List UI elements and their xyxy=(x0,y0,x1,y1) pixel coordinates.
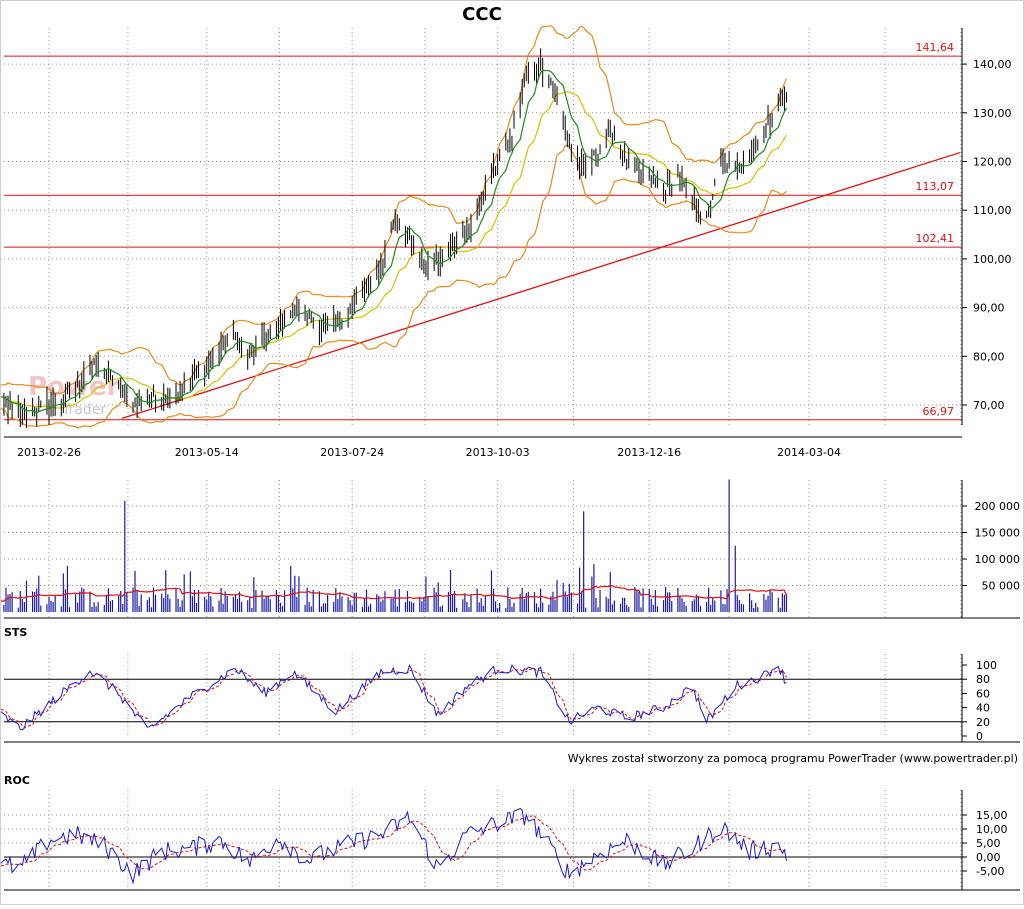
y-tick-label: 5,00 xyxy=(976,837,1001,850)
x-tick-label: 2013-05-14 xyxy=(175,446,239,459)
y-tick-label: 80 xyxy=(976,673,990,686)
y-tick-label: 0,00 xyxy=(976,851,1001,864)
level-label: 102,41 xyxy=(916,232,955,245)
y-tick-label: 0 xyxy=(976,730,983,743)
x-tick-label: 2013-07-24 xyxy=(320,446,384,459)
level-label: 141,64 xyxy=(916,41,955,54)
y-tick-label: 150 000 xyxy=(975,527,1021,540)
level-label: 113,07 xyxy=(916,180,955,193)
y-tick-label: 100 xyxy=(976,659,997,672)
y-tick-label: 130,00 xyxy=(973,107,1012,120)
y-tick-label: 10,00 xyxy=(976,823,1008,836)
x-tick-label: 2013-12-16 xyxy=(617,446,681,459)
sts-signal-line xyxy=(0,668,787,729)
y-tick-label: 100 000 xyxy=(975,553,1021,566)
x-tick-label: 2014-03-04 xyxy=(777,446,841,459)
y-tick-label: 200 000 xyxy=(975,500,1021,513)
bollinger-upper-band xyxy=(0,24,788,394)
chart-title: CCC xyxy=(462,4,502,25)
y-tick-label: 80,00 xyxy=(973,350,1005,363)
x-tick-label: 2013-02-26 xyxy=(17,446,81,459)
moving-average-long xyxy=(0,91,788,409)
y-tick-label: 90,00 xyxy=(973,302,1005,315)
stock-chart: 70,00 80,00 90,00 100,00 110,00 120,00 130,00 1… xyxy=(0,0,1024,905)
y-tick-label: 140,00 xyxy=(973,58,1012,71)
y-tick-label: 110,00 xyxy=(973,204,1012,217)
x-tick-label: 2013-10-03 xyxy=(466,446,530,459)
footer-credit: Wykres został stworzony za pomocą progra… xyxy=(568,752,1018,765)
volume-bars xyxy=(3,479,788,612)
roc-line xyxy=(0,807,787,885)
y-tick-label: 100,00 xyxy=(973,253,1012,266)
y-tick-label: 60 xyxy=(976,687,990,700)
y-tick-label: 70,00 xyxy=(973,399,1005,412)
chart-stage: 70,00 80,00 90,00 100,00 110,00 120,00 130,00 1… xyxy=(0,0,1024,905)
sts-title: STS xyxy=(4,626,27,639)
watermark-logo-sub: Trader xyxy=(61,402,106,418)
roc-title: ROC xyxy=(4,774,30,787)
y-tick-label: -5,00 xyxy=(976,865,1004,878)
y-tick-label: 50 000 xyxy=(982,580,1021,593)
sts-line xyxy=(0,663,787,731)
y-tick-label: 15,00 xyxy=(976,809,1008,822)
y-tick-label: 20 xyxy=(976,716,990,729)
y-tick-label: 120,00 xyxy=(973,156,1012,169)
moving-average-short xyxy=(0,69,788,414)
level-label: 66,97 xyxy=(923,405,955,418)
trend-line xyxy=(121,151,961,419)
y-tick-label: 40 xyxy=(976,702,990,715)
